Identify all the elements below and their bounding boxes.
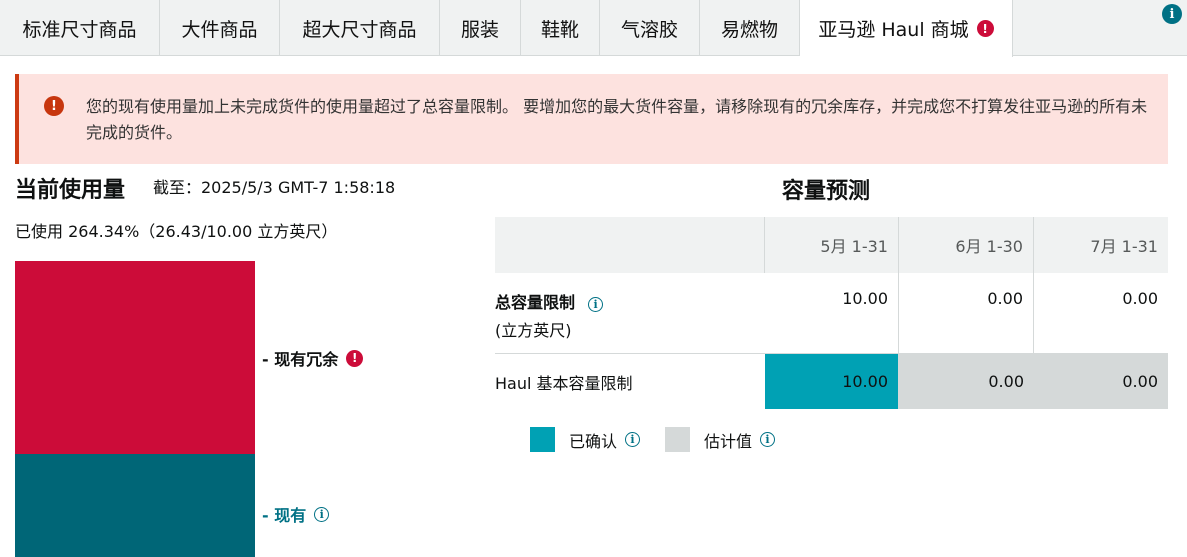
existing-label-text: - 现有 (262, 506, 307, 525)
tab-apparel[interactable]: 服装 (440, 0, 521, 56)
forecast-col-header: 6月 1-30 (899, 217, 1034, 273)
table-cell: 0.00 (1034, 273, 1168, 354)
excess-inventory-bar (15, 261, 255, 454)
tab-aerosols[interactable]: 气溶胶 (600, 0, 700, 56)
tab-label: 鞋靴 (540, 18, 579, 41)
tab-flammables[interactable]: 易燃物 (700, 0, 800, 56)
tab-label: 服装 (460, 18, 499, 41)
existing-inventory-label: - 现有 i (262, 502, 330, 526)
forecast-col-header: 5月 1-31 (765, 217, 899, 273)
forecast-header-blank (495, 217, 765, 273)
table-cell: 0.00 (899, 273, 1034, 354)
info-icon[interactable]: i (588, 297, 604, 312)
tab-label: 超大尺寸商品 (302, 18, 417, 41)
info-icon[interactable]: i (760, 432, 776, 447)
existing-inventory-bar (15, 454, 255, 557)
table-cell-confirmed: 10.00 (765, 354, 898, 409)
tab-footwear[interactable]: 鞋靴 (521, 0, 600, 56)
error-icon: ! (44, 96, 64, 116)
haul-capacity-row-label: Haul 基本容量限制 (495, 373, 633, 393)
usage-percent: 已使用 264.34%（26.43/10.00 立方英尺） (15, 222, 338, 241)
usage-title: 当前使用量 (15, 178, 126, 203)
alert-message: 您的现有使用量加上未完成货件的使用量超过了总容量限制。 要增加您的最大货件容量，… (86, 97, 1148, 142)
row-label: 总容量限制 (495, 293, 576, 312)
legend-label: 已确认 (569, 431, 618, 451)
tab-large-bulky[interactable]: 大件商品 (160, 0, 280, 56)
tab-standard-size[interactable]: 标准尺寸商品 (0, 0, 160, 56)
info-icon[interactable]: i (314, 506, 330, 522)
table-cell-estimated: 0.00 (1034, 354, 1168, 409)
tab-label: 易燃物 (720, 18, 778, 41)
tab-label: 亚马逊 Haul 商城 (818, 19, 969, 41)
legend-label: 估计值 (704, 431, 753, 451)
tab-label: 标准尺寸商品 (22, 18, 137, 41)
error-icon[interactable]: ! (346, 349, 364, 367)
excess-inventory-label: - 现有冗余 ! (262, 346, 364, 370)
tab-bar: 标准尺寸商品 大件商品 超大尺寸商品 服装 鞋靴 气溶胶 易燃物 亚马逊 Hau… (0, 0, 1187, 57)
info-icon[interactable]: i (1162, 4, 1182, 24)
table-cell: 10.00 (765, 273, 899, 354)
legend-swatch (665, 427, 690, 452)
forecast-title: 容量预测 (782, 179, 871, 204)
tab-haul-store[interactable]: 亚马逊 Haul 商城 ! (800, 0, 1013, 57)
usage-timestamp: 截至：2025/5/3 GMT-7 1:58:18 (153, 178, 396, 197)
error-icon: ! (976, 20, 994, 37)
row-sublabel: (立方英尺) (495, 321, 572, 340)
table-cell-estimated: 0.00 (898, 354, 1034, 409)
tab-label: 大件商品 (181, 18, 258, 41)
tab-extra-large[interactable]: 超大尺寸商品 (280, 0, 440, 56)
tab-label: 气溶胶 (620, 18, 678, 41)
capacity-alert: ! 您的现有使用量加上未完成货件的使用量超过了总容量限制。 要增加您的最大货件容… (15, 74, 1168, 164)
legend-swatch (530, 427, 555, 452)
legend-confirmed: 已确认 i (530, 427, 641, 452)
forecast-col-header: 7月 1-31 (1034, 217, 1168, 273)
info-icon[interactable]: i (625, 432, 641, 447)
legend-estimated: 估计值 i (665, 427, 776, 452)
excess-label-text: - 现有冗余 (262, 350, 339, 369)
total-capacity-row-label: 总容量限制 i (立方英尺) (495, 273, 765, 354)
